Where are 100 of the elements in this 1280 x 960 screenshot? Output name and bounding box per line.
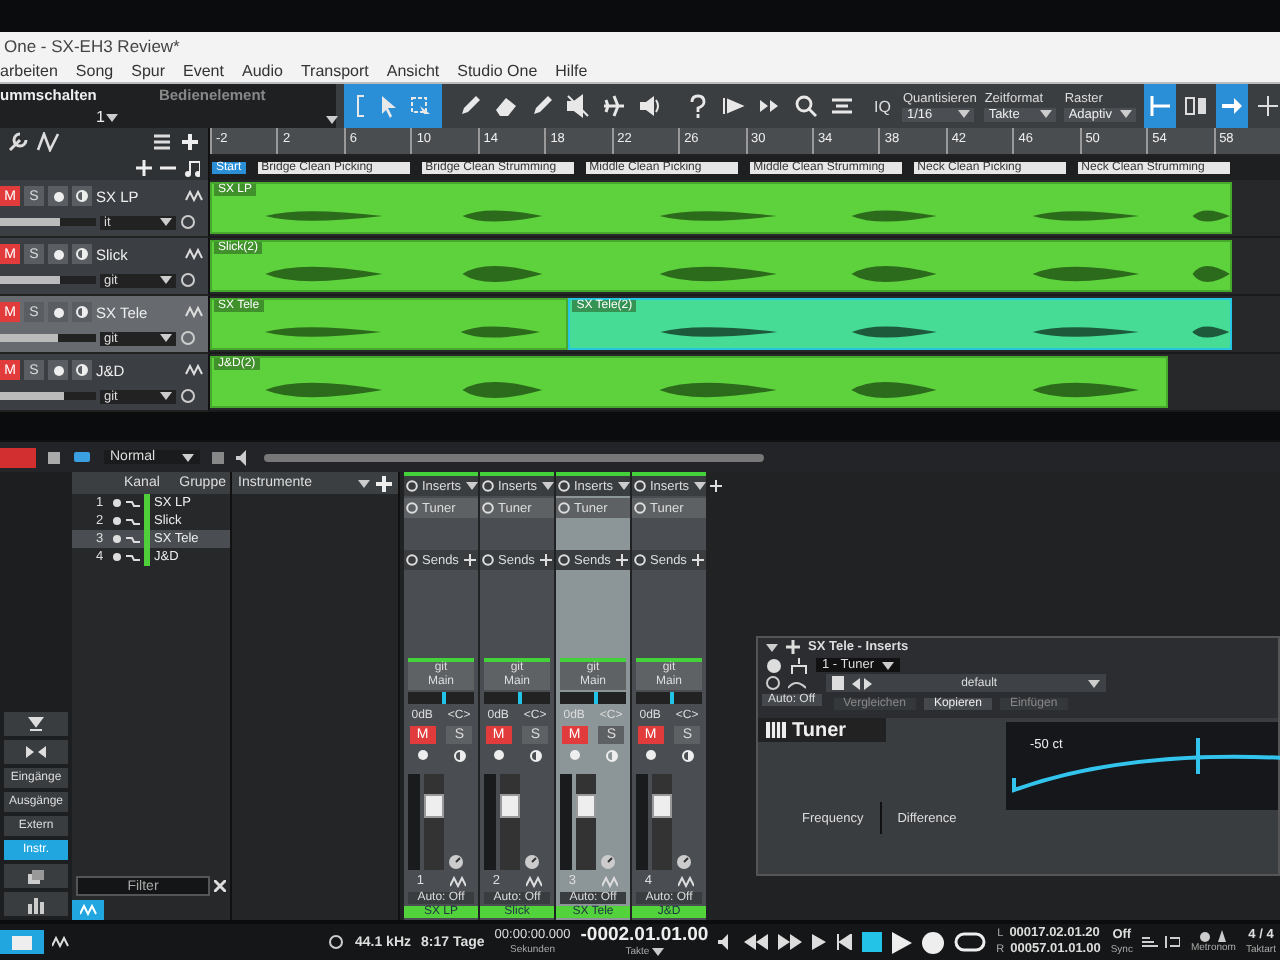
circle-icon[interactable]: [180, 214, 196, 230]
dot-icon[interactable]: [112, 552, 122, 562]
speaker-icon[interactable]: [236, 449, 252, 465]
knob-icon[interactable]: [448, 854, 464, 870]
square-icon[interactable]: [212, 451, 224, 463]
knob-icon[interactable]: [600, 854, 616, 870]
menu-item[interactable]: Spur: [131, 61, 166, 79]
play-icon[interactable]: [892, 931, 913, 953]
monitor-icon[interactable]: [529, 749, 541, 761]
group-dropdown[interactable]: 1: [0, 108, 119, 126]
volume-fader[interactable]: [500, 774, 520, 870]
pan-slider[interactable]: [484, 692, 550, 704]
routing-icon[interactable]: [790, 657, 808, 673]
question-icon[interactable]: [686, 94, 710, 118]
circle-icon[interactable]: [180, 388, 196, 404]
list-tab[interactable]: [72, 900, 104, 920]
circle-icon[interactable]: [180, 330, 196, 346]
dot-icon[interactable]: [112, 498, 122, 508]
dot-icon[interactable]: [112, 516, 122, 526]
knob-icon[interactable]: [524, 854, 540, 870]
record-button[interactable]: [48, 244, 68, 264]
arrow-right-icon[interactable]: [722, 94, 746, 118]
nav-button[interactable]: [4, 892, 68, 916]
caret-icon[interactable]: [465, 480, 478, 492]
caret-icon[interactable]: [358, 477, 370, 489]
caret-icon[interactable]: [106, 111, 119, 123]
menu-item[interactable]: Ansicht: [386, 61, 440, 79]
monitor-button[interactable]: [72, 360, 92, 380]
caret-icon[interactable]: [766, 641, 778, 653]
pencil-icon[interactable]: [458, 94, 482, 118]
caret-icon[interactable]: [182, 451, 194, 463]
note-icon[interactable]: [184, 159, 200, 177]
nav-button[interactable]: [4, 864, 68, 888]
plus-icon[interactable]: [540, 554, 552, 566]
monitor-button[interactable]: [72, 302, 92, 322]
plus-icon[interactable]: [786, 640, 800, 654]
precount-icon[interactable]: [1142, 936, 1159, 948]
record-icon[interactable]: [417, 750, 427, 760]
iq-button[interactable]: IQ: [870, 97, 895, 115]
caret-icon[interactable]: [617, 480, 630, 492]
pan-slider[interactable]: [636, 692, 702, 704]
punch-icon[interactable]: [1164, 936, 1181, 948]
wrench-icon[interactable]: [8, 132, 28, 152]
rewind-icon[interactable]: [744, 934, 769, 950]
monitor-icon[interactable]: [453, 749, 465, 761]
metronome-icon[interactable]: [1215, 930, 1228, 942]
caret-icon[interactable]: [160, 390, 172, 402]
caret-icon[interactable]: [160, 332, 172, 344]
menu-item[interactable]: Transport: [300, 61, 369, 79]
eraser-icon[interactable]: [494, 94, 518, 118]
plus-icon[interactable]: [376, 475, 392, 491]
play-small-icon[interactable]: [812, 934, 827, 950]
range-select-icon[interactable]: [410, 95, 432, 117]
record-button[interactable]: [48, 302, 68, 322]
close-icon[interactable]: [214, 880, 226, 892]
crosshair-icon[interactable]: [1256, 94, 1280, 118]
volume-slider[interactable]: [0, 334, 96, 342]
small-square-icon[interactable]: [48, 451, 60, 463]
menu-item[interactable]: arbeiten: [0, 61, 58, 79]
bracket-icon[interactable]: [354, 94, 366, 118]
curve-icon[interactable]: [788, 677, 806, 689]
follow-button[interactable]: [1216, 84, 1249, 128]
caret-icon[interactable]: [541, 480, 554, 492]
skip-back-icon[interactable]: [836, 934, 853, 950]
split-icon[interactable]: [1184, 94, 1209, 118]
speaker-muted-icon[interactable]: [566, 94, 590, 118]
pencil-icon[interactable]: [530, 94, 554, 118]
bars-icon[interactable]: [830, 94, 854, 118]
waveform-icon[interactable]: [677, 875, 694, 887]
waveform-icon[interactable]: [525, 875, 542, 887]
caret-icon[interactable]: [160, 274, 172, 286]
plus-icon[interactable]: [464, 554, 476, 566]
monitor-icon[interactable]: [681, 749, 693, 761]
menu-item[interactable]: Song: [75, 61, 114, 79]
volume-fader[interactable]: [424, 774, 444, 870]
menu-item[interactable]: Event: [183, 61, 224, 79]
fast-forward-icon[interactable]: [778, 934, 803, 950]
snap-button[interactable]: [1144, 84, 1177, 128]
waveform-icon[interactable]: [184, 188, 204, 204]
nav-button[interactable]: [4, 740, 68, 764]
record-button[interactable]: [48, 186, 68, 206]
record-button[interactable]: [48, 360, 68, 380]
speaker-icon[interactable]: [638, 94, 662, 118]
menu-item[interactable]: Studio One: [457, 61, 538, 79]
dot-icon[interactable]: [112, 534, 122, 544]
caret-icon[interactable]: [958, 108, 971, 120]
caret-icon[interactable]: [693, 480, 706, 492]
caret-icon[interactable]: [160, 216, 172, 228]
volume-slider[interactable]: [0, 392, 96, 400]
nav-button[interactable]: [4, 712, 68, 736]
loop-icon[interactable]: [954, 932, 987, 952]
knob-icon[interactable]: [676, 854, 692, 870]
record-icon[interactable]: [645, 750, 655, 760]
volume-slider[interactable]: [0, 276, 96, 284]
plus-icon[interactable]: [692, 554, 704, 566]
list-icon[interactable]: [152, 132, 172, 152]
chat-icon[interactable]: [72, 449, 92, 465]
scroll-bar[interactable]: [264, 453, 764, 461]
volume-slider[interactable]: [0, 218, 96, 226]
dot-icon[interactable]: [1199, 931, 1210, 941]
